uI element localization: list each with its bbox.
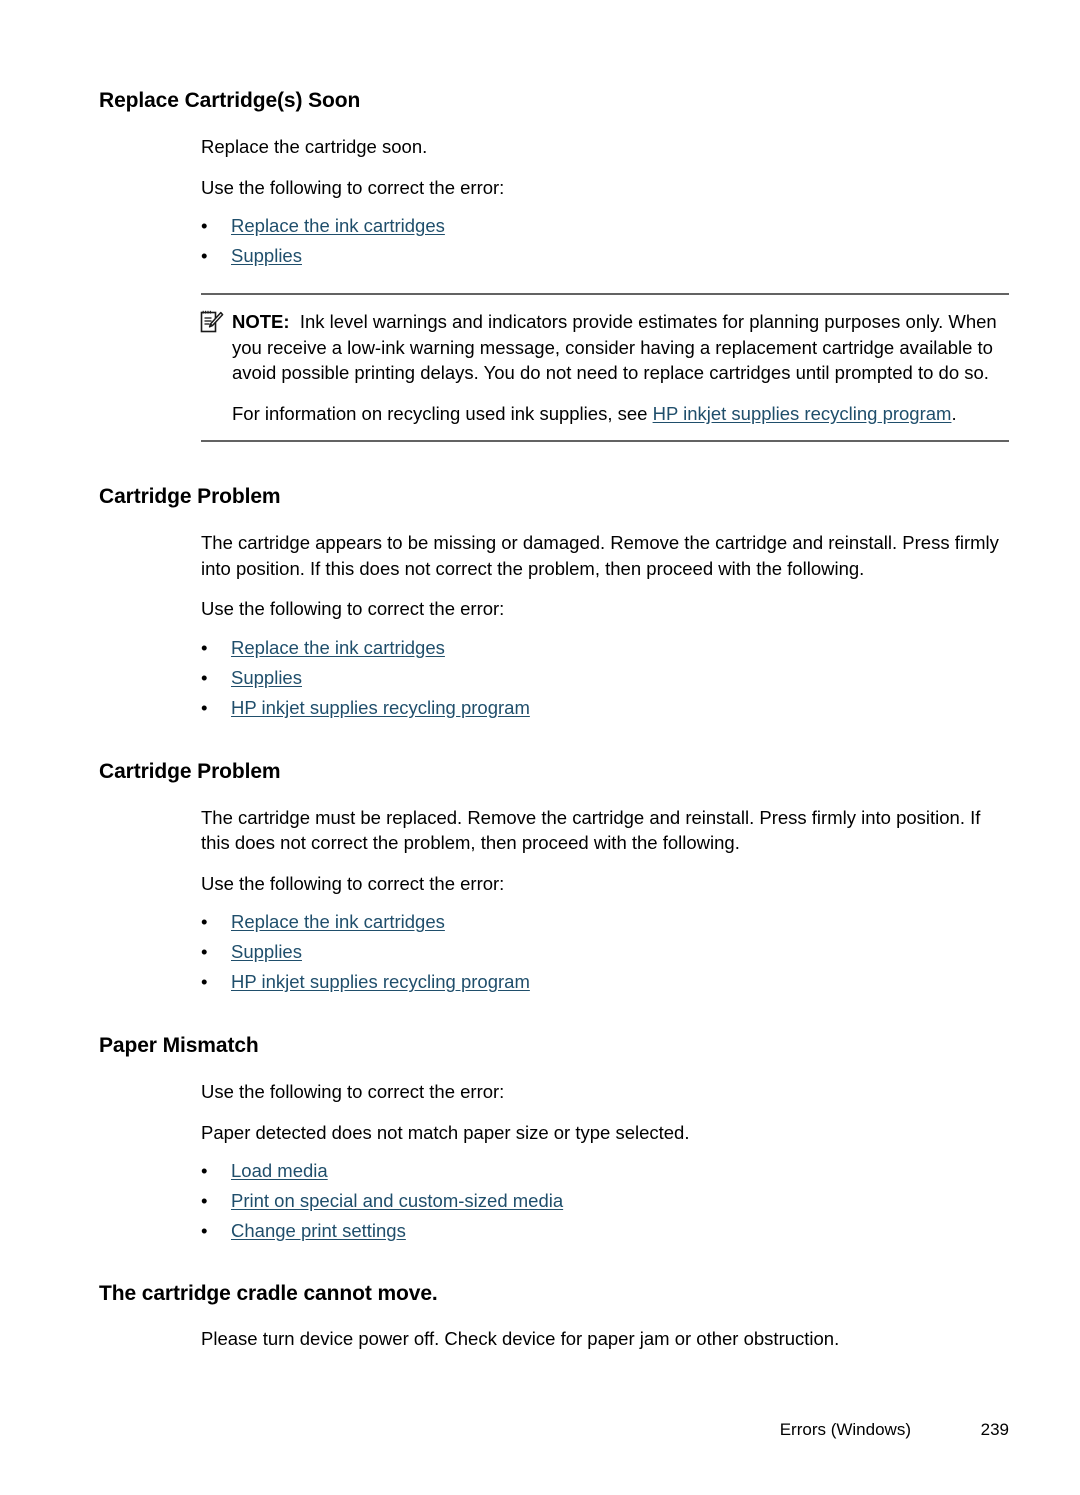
note-label: NOTE: [232, 311, 290, 332]
bullet-icon: • [201, 1220, 208, 1241]
paragraph: Paper detected does not match paper size… [201, 1121, 690, 1143]
link-list: • Replace the ink cartridges • Supplies [201, 211, 1009, 271]
link-replace-the-ink-cartridges[interactable]: Replace the ink cartridges [231, 911, 445, 932]
link-hp-inkjet-supplies-recycling-program[interactable]: HP inkjet supplies recycling program [231, 697, 530, 718]
list-item: • Change print settings [199, 1216, 1009, 1246]
link-replace-the-ink-cartridges[interactable]: Replace the ink cartridges [231, 637, 445, 658]
note-secondary-prefix: For information on recycling used ink su… [232, 402, 653, 424]
list-item: • Supplies [199, 663, 1009, 693]
list-item: • Print on special and custom-sized medi… [199, 1186, 1009, 1216]
paragraph: The cartridge must be replaced. Remove t… [201, 806, 981, 854]
section-body-cartridge-cradle-cannot-move: Please turn device power off. Check devi… [201, 1326, 1009, 1352]
section-body-cartridge-problem-1: The cartridge appears to be missing or d… [201, 530, 1009, 723]
section-body-replace-cartridges-soon: Replace the cartridge soon. Use the foll… [201, 134, 1009, 271]
paragraph: Please turn device power off. Check devi… [201, 1328, 840, 1349]
bullet-icon: • [201, 1160, 208, 1181]
paragraph: Use the following to correct the error: [201, 1081, 505, 1102]
note-primary-text: NOTE: Ink level warnings and indicators … [232, 309, 1009, 386]
page-content: Replace Cartridge(s) Soon Replace the ca… [99, 88, 1009, 1352]
bullet-icon: • [201, 696, 208, 718]
note-body: Ink level warnings and indicators provid… [232, 311, 997, 383]
section-heading-cartridge-problem-1: Cartridge Problem [99, 485, 281, 508]
link-load-media[interactable]: Load media [231, 1160, 328, 1181]
link-supplies[interactable]: Supplies [231, 245, 302, 266]
note-secondary-suffix: . [951, 402, 957, 424]
link-list: • Load media • Print on special and cust… [201, 1156, 1009, 1246]
section-heading-cartridge-problem-2: Cartridge Problem [99, 759, 281, 783]
note-inner: NOTE: Ink level warnings and indicators … [200, 309, 1009, 427]
link-replace-the-ink-cartridges[interactable]: Replace the ink cartridges [231, 215, 445, 236]
bullet-icon: • [201, 941, 208, 962]
footer-chapter-name: Errors (Windows) [779, 1420, 911, 1439]
list-item: • Replace the ink cartridges [199, 633, 1009, 663]
note-callout: NOTE: Ink level warnings and indicators … [200, 293, 1009, 442]
bullet-icon: • [201, 1190, 208, 1211]
link-print-on-special-and-custom-sized-media[interactable]: Print on special and custom-sized media [231, 1190, 563, 1211]
list-item: • HP inkjet supplies recycling program [199, 693, 1009, 723]
list-item: • Supplies [199, 241, 1009, 271]
footer-page-number: 239 [980, 1420, 1009, 1439]
bullet-icon: • [201, 666, 208, 688]
bullet-icon: • [201, 215, 208, 236]
link-list: • Replace the ink cartridges • Supplies … [201, 633, 1009, 723]
link-list: • Replace the ink cartridges • Supplies … [201, 907, 1009, 997]
list-item: • HP inkjet supplies recycling program [199, 967, 1009, 997]
list-item: • Supplies [199, 937, 1009, 967]
paragraph: Replace the cartridge soon. [201, 136, 428, 157]
link-change-print-settings[interactable]: Change print settings [231, 1220, 406, 1241]
note-pad-pencil-icon [200, 310, 224, 333]
section-heading-cartridge-cradle-cannot-move: The cartridge cradle cannot move. [99, 1282, 438, 1305]
paragraph: Use the following to correct the error: [201, 872, 505, 894]
paragraph: The cartridge appears to be missing or d… [201, 532, 999, 579]
section-body-paper-mismatch: Use the following to correct the error: … [201, 1079, 1009, 1246]
link-hp-inkjet-supplies-recycling-program[interactable]: HP inkjet supplies recycling program [231, 971, 530, 992]
list-item: • Replace the ink cartridges [199, 211, 1009, 241]
paragraph: Use the following to correct the error: [201, 176, 505, 198]
note-secondary-text: For information on recycling used ink su… [232, 401, 1009, 427]
bullet-icon: • [201, 636, 208, 658]
document-page: Replace Cartridge(s) Soon Replace the ca… [0, 0, 1080, 1495]
list-item: • Replace the ink cartridges [199, 907, 1009, 937]
list-item: • Load media [199, 1156, 1009, 1186]
bullet-icon: • [201, 971, 208, 992]
bullet-icon: • [201, 911, 208, 932]
section-heading-replace-cartridges-soon: Replace Cartridge(s) Soon [99, 89, 361, 112]
section-heading-paper-mismatch: Paper Mismatch [99, 1034, 259, 1057]
bullet-icon: • [201, 245, 208, 266]
link-supplies[interactable]: Supplies [231, 941, 302, 962]
paragraph: Use the following to correct the error: [201, 598, 505, 619]
section-body-cartridge-problem-2: The cartridge must be replaced. Remove t… [201, 805, 1009, 998]
link-supplies[interactable]: Supplies [231, 667, 302, 688]
link-hp-inkjet-supplies-recycling-program[interactable]: HP inkjet supplies recycling program [653, 403, 952, 424]
